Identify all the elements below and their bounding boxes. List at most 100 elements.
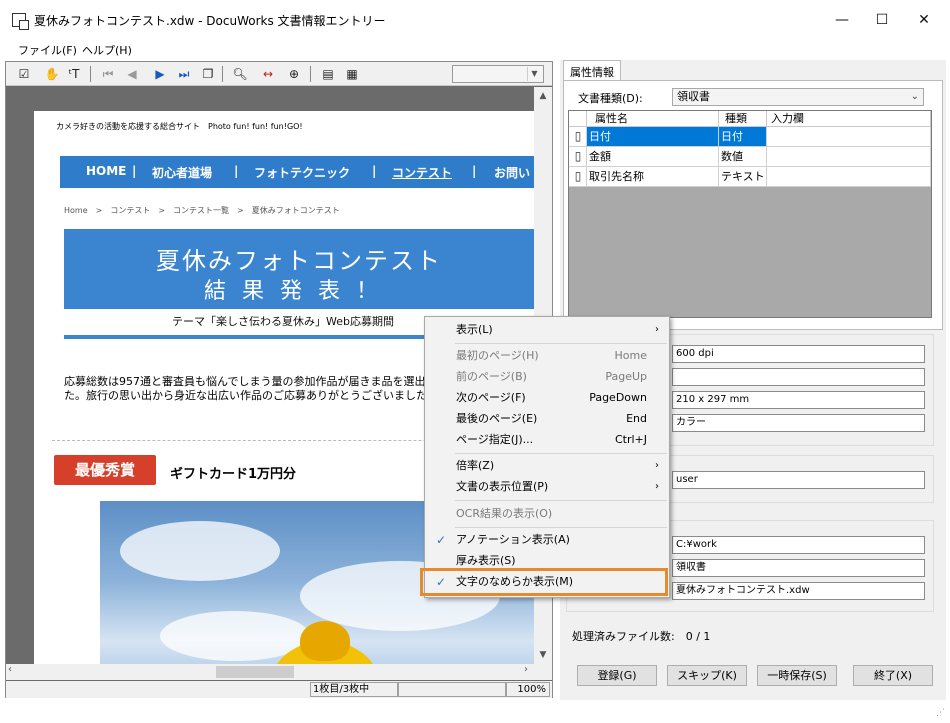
menu-item-last-page[interactable]: 最後のページ(E) End — [425, 409, 669, 429]
menu-item-accel: PageDown — [589, 391, 647, 404]
page-indicator: 1枚目/3枚中 — [310, 682, 398, 697]
menu-item-label: ページ指定(J)... — [456, 433, 534, 446]
grid-corner — [569, 111, 587, 127]
clipboard-icon: ▯ — [574, 149, 582, 163]
menu-item-goto-page[interactable]: ページ指定(J)... Ctrl+J — [425, 430, 669, 450]
menu-item-prev-page[interactable]: 前のページ(B) PageUp — [425, 367, 669, 387]
cloud-shape — [120, 521, 280, 581]
thumbnail-icon[interactable]: ▦ — [344, 66, 360, 82]
page-nav-item: お問い — [494, 166, 531, 180]
menu-separator — [455, 343, 667, 344]
skip-button[interactable]: スキップ(K) — [667, 665, 747, 686]
page-nav-item: フォトテクニック — [254, 166, 351, 180]
menu-item-label: 最初のページ(H) — [456, 349, 539, 362]
chevron-right-icon: › — [655, 460, 659, 471]
menu-item-accel: End — [626, 412, 647, 425]
menu-file[interactable]: ファイル(F) — [18, 42, 77, 58]
size-field: 210 x 297 mm — [672, 391, 925, 409]
text-tool-icon[interactable]: ᵗT — [66, 66, 82, 82]
menu-item-label: 文書の表示位置(P) — [456, 480, 549, 493]
title-bar: 夏休みフォトコンテスト.xdw - DocuWorks 文書情報エントリー — … — [0, 0, 950, 40]
chevron-down-icon: ▼ — [527, 67, 541, 81]
zoom-combo[interactable]: ▼ — [452, 65, 544, 83]
menu-item-label: 倍率(Z) — [456, 459, 495, 472]
register-button[interactable]: 登録(G) — [577, 665, 657, 686]
blank-field — [672, 368, 925, 386]
row-icon: ▯ — [569, 167, 587, 187]
menu-separator — [455, 527, 667, 528]
menu-bar: ファイル(F) ヘルプ(H) — [0, 38, 950, 60]
menu-item-label: アノテーション表示(A) — [456, 533, 570, 546]
doc-view-icon[interactable]: ▤ — [320, 66, 336, 82]
page-breadcrumb: Home > コンテスト > コンテスト一覧 > 夏休みフォトコンテスト — [64, 206, 340, 215]
zoom-icon[interactable]: 🔍︎ — [232, 66, 248, 82]
toolbar-separator — [310, 66, 311, 82]
row-icon: ▯ — [569, 147, 587, 167]
table-row[interactable]: 日付 — [587, 127, 719, 147]
last-page-icon[interactable]: ⏭ — [176, 66, 192, 82]
save-temp-button[interactable]: 一時保存(S) — [757, 665, 837, 686]
table-cell-input[interactable] — [767, 147, 931, 167]
resize-grip-icon[interactable]: ⋰ — [936, 708, 948, 720]
table-row[interactable]: 金額 — [587, 147, 719, 167]
first-page-icon[interactable]: ⏮ — [100, 66, 116, 82]
table-row[interactable]: 取引先名称 — [587, 167, 719, 187]
menu-item-view[interactable]: 表示(L) › — [425, 320, 669, 340]
filename-field: 夏休みフォトコンテスト.xdw — [672, 582, 925, 600]
finish-button[interactable]: 終了(X) — [853, 665, 933, 686]
fit-width-icon[interactable]: ↔ — [260, 66, 276, 82]
zoom-indicator: 100% — [506, 682, 550, 697]
scroll-right-icon[interactable]: › — [524, 664, 528, 675]
page-nav-sep: | — [472, 164, 477, 178]
attribute-grid[interactable]: 属性名 種類 入力欄 ▯ 日付 日付 ▯ 金額 数値 ▯ 取引先名称 テキスト — [568, 110, 932, 318]
menu-item-label: 最後のページ(E) — [456, 412, 538, 425]
menu-item-annotation[interactable]: ✓ アノテーション表示(A) — [425, 530, 669, 550]
chevron-right-icon: › — [655, 324, 659, 335]
menu-item-first-page[interactable]: 最初のページ(H) Home — [425, 346, 669, 366]
folder-field: C:¥work — [672, 536, 925, 554]
menu-item-label: 前のページ(B) — [456, 370, 527, 383]
table-cell[interactable]: 数値 — [719, 147, 767, 167]
menu-item-doc-position[interactable]: 文書の表示位置(P) › — [425, 477, 669, 497]
menu-help[interactable]: ヘルプ(H) — [82, 42, 132, 58]
horizontal-scrollbar[interactable]: ‹ › — [6, 664, 552, 680]
menu-item-label: 表示(L) — [456, 323, 493, 336]
page-nav-bar: HOME | 初心者道場 | フォトテクニック | コンテスト | お問い — [60, 156, 534, 188]
docname-field: 領収書 — [672, 559, 925, 577]
context-menu: 表示(L) › 最初のページ(H) Home 前のページ(B) PageUp 次… — [424, 316, 670, 598]
scroll-down-icon[interactable]: ▼ — [534, 646, 552, 664]
clipboard-icon: ▯ — [574, 129, 582, 143]
user-field: user — [672, 471, 925, 489]
tab-properties[interactable]: 属性情報 — [563, 60, 621, 80]
hand-tool-icon[interactable]: ✋ — [44, 66, 60, 82]
scroll-thumb[interactable] — [216, 666, 294, 678]
menu-item-accel: Home — [614, 349, 647, 362]
maximize-button[interactable]: ☐ — [872, 10, 892, 30]
scroll-left-icon[interactable]: ‹ — [8, 664, 12, 675]
minimize-button[interactable]: — — [832, 10, 852, 30]
menu-item-zoom[interactable]: 倍率(Z) › — [425, 456, 669, 476]
column-header: 属性名 — [587, 111, 719, 127]
menu-separator — [455, 453, 667, 454]
page-nav-item: HOME — [86, 164, 127, 178]
sunflower-petal — [300, 621, 350, 661]
award-badge: 最優秀賞 — [54, 455, 156, 485]
menu-item-ocr[interactable]: OCR結果の表示(O) — [425, 504, 669, 524]
table-cell-input[interactable] — [767, 127, 931, 147]
menu-separator — [455, 500, 667, 501]
clipboard-icon: ▯ — [574, 169, 582, 183]
doctype-select[interactable]: 領収書 ⌄ — [672, 88, 924, 106]
next-page-icon[interactable]: ▶ — [152, 66, 168, 82]
scroll-up-icon[interactable]: ▲ — [534, 87, 552, 105]
prev-page-icon[interactable]: ◀ — [124, 66, 140, 82]
table-cell[interactable]: テキスト — [719, 167, 767, 187]
page-layout-icon[interactable]: ❐ — [200, 66, 216, 82]
table-cell-input[interactable] — [767, 167, 931, 187]
close-button[interactable]: ✕ — [914, 10, 934, 30]
table-cell[interactable]: 日付 — [719, 127, 767, 147]
annotation-icon[interactable]: ☑ — [16, 66, 32, 82]
column-header: 入力欄 — [767, 111, 931, 127]
page-header-text: カメラ好きの活動を応援する総合サイト Photo fun! fun! fun!G… — [56, 122, 303, 131]
zoom-in-icon[interactable]: ⊕ — [286, 66, 302, 82]
menu-item-next-page[interactable]: 次のページ(F) PageDown — [425, 388, 669, 408]
